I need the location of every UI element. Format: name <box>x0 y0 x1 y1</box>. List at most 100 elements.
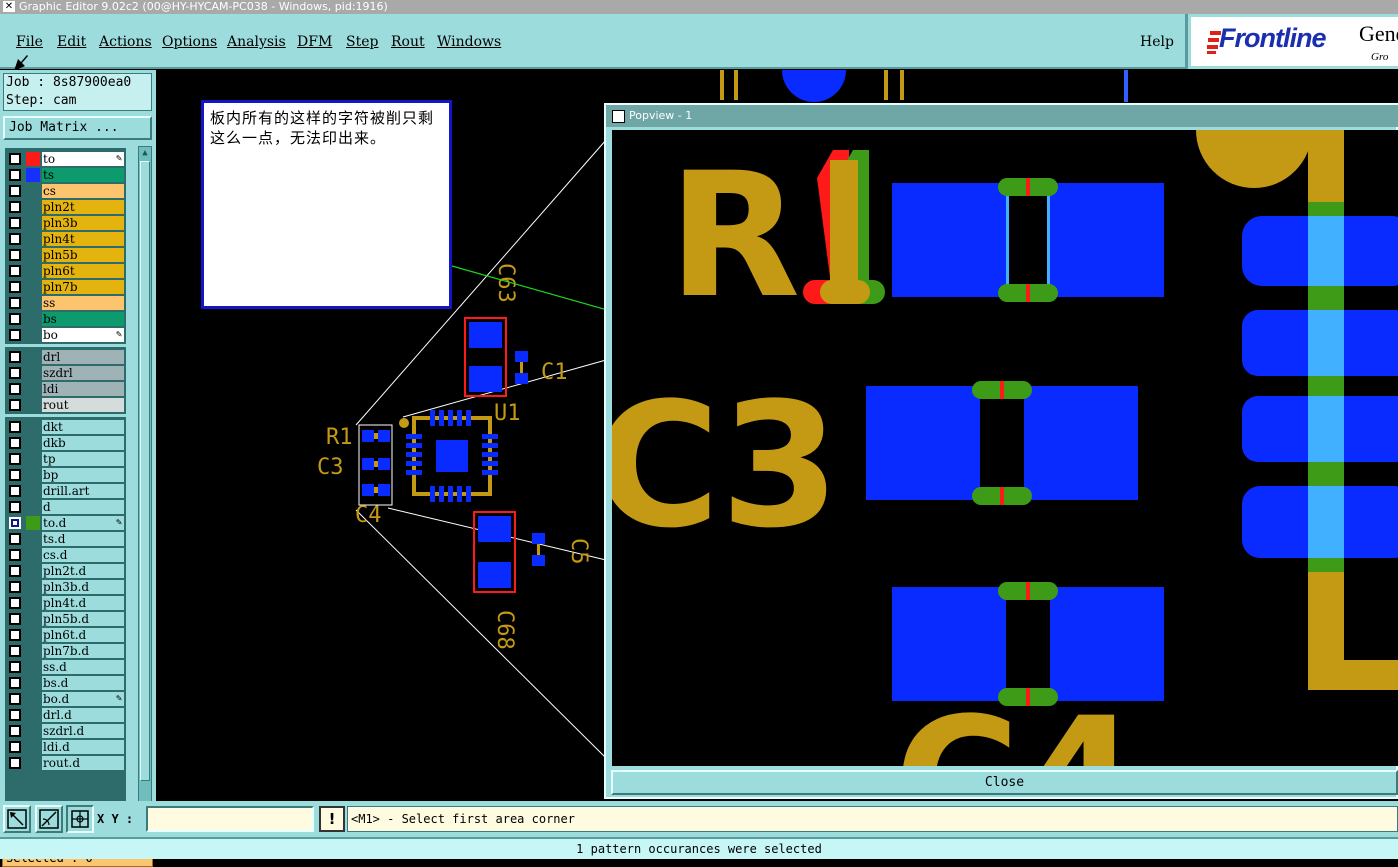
layer-color-swatch[interactable] <box>26 516 40 530</box>
layer-row-bo-d[interactable]: bo.d ✎ <box>7 691 126 707</box>
zoom-area-button[interactable] <box>3 805 31 833</box>
layer-row-bs[interactable]: bs <box>7 311 126 327</box>
layer-row-pln2t[interactable]: pln2t <box>7 199 126 215</box>
layer-row-pln4t[interactable]: pln4t <box>7 231 126 247</box>
layer-row-pln3b[interactable]: pln3b <box>7 215 126 231</box>
layer-checkbox[interactable] <box>9 709 21 721</box>
layer-row-pln3b-d[interactable]: pln3b.d <box>7 579 126 595</box>
layer-checkbox[interactable] <box>9 421 21 433</box>
layer-row-pln6t[interactable]: pln6t <box>7 263 126 279</box>
layer-row-ldi-d[interactable]: ldi.d <box>7 739 126 755</box>
layer-name[interactable]: pln7b.d <box>42 644 124 658</box>
layer-name[interactable]: pln4t <box>42 232 124 246</box>
layer-name[interactable]: ss <box>42 296 124 310</box>
layer-name[interactable]: tp <box>42 452 124 466</box>
layer-row-tp[interactable]: tp <box>7 451 126 467</box>
xy-input[interactable] <box>146 806 314 832</box>
layer-row-bs-d[interactable]: bs.d <box>7 675 126 691</box>
layer-checkbox[interactable] <box>9 501 21 513</box>
layer-row-drl[interactable]: drl <box>7 349 126 365</box>
layer-name[interactable]: d <box>42 500 124 514</box>
layer-name[interactable]: to <box>42 152 124 166</box>
layer-name[interactable]: pln5b <box>42 248 124 262</box>
layer-checkbox[interactable] <box>9 741 21 753</box>
layer-checkbox[interactable] <box>9 549 21 561</box>
layer-name[interactable]: dkb <box>42 436 124 450</box>
layer-name[interactable]: rout.d <box>42 756 124 770</box>
layer-color-swatch[interactable] <box>26 152 40 166</box>
layer-row-szdrl[interactable]: szdrl <box>7 365 126 381</box>
layer-checkbox[interactable] <box>9 399 21 411</box>
layer-name[interactable]: szdrl.d <box>42 724 124 738</box>
layer-name[interactable]: bp <box>42 468 124 482</box>
layer-row-pln4t-d[interactable]: pln4t.d <box>7 595 126 611</box>
layer-checkbox[interactable] <box>9 469 21 481</box>
layer-checkbox[interactable] <box>9 725 21 737</box>
layer-row-ldi[interactable]: ldi <box>7 381 126 397</box>
layer-row-pln7b-d[interactable]: pln7b.d <box>7 643 126 659</box>
menu-actions[interactable]: Actions <box>99 34 152 50</box>
layer-name[interactable]: szdrl <box>42 366 124 380</box>
layer-name[interactable]: drl.d <box>42 708 124 722</box>
layer-scrollbar[interactable]: ▲ ▼ <box>138 146 152 848</box>
layer-row-drl-d[interactable]: drl.d <box>7 707 126 723</box>
layer-name[interactable]: pln3b <box>42 216 124 230</box>
job-matrix-button[interactable]: Job Matrix ... <box>3 116 152 140</box>
layer-name[interactable]: rout <box>42 398 124 412</box>
layer-checkbox[interactable] <box>9 485 21 497</box>
layer-name[interactable]: ldi <box>42 382 124 396</box>
layer-name[interactable]: bs <box>42 312 124 326</box>
menu-analysis[interactable]: Analysis <box>227 34 286 50</box>
layer-name[interactable]: bs.d <box>42 676 124 690</box>
menu-options[interactable]: Options <box>162 34 217 50</box>
layer-checkbox[interactable] <box>9 613 21 625</box>
layer-name[interactable]: pln2t <box>42 200 124 214</box>
layer-name[interactable]: pln4t.d <box>42 596 124 610</box>
layer-checkbox[interactable] <box>9 645 21 657</box>
layer-checkbox[interactable] <box>9 661 21 673</box>
layer-checkbox[interactable] <box>9 581 21 593</box>
layer-checkbox[interactable] <box>9 533 21 545</box>
layer-row-szdrl-d[interactable]: szdrl.d <box>7 723 126 739</box>
popview-close-button[interactable]: Close <box>611 770 1398 795</box>
layer-checkbox[interactable] <box>9 629 21 641</box>
layer-row-pln6t-d[interactable]: pln6t.d <box>7 627 126 643</box>
layer-name[interactable]: ss.d <box>42 660 124 674</box>
layer-checkbox[interactable] <box>9 281 21 293</box>
layer-row-rout-d[interactable]: rout.d <box>7 755 126 771</box>
layer-checkbox[interactable] <box>9 757 21 769</box>
layer-row-to-d[interactable]: to.d ✎ <box>7 515 126 531</box>
layer-checkbox[interactable] <box>9 437 21 449</box>
layer-checkbox[interactable] <box>9 249 21 261</box>
layer-checkbox[interactable] <box>9 233 21 245</box>
layer-checkbox[interactable] <box>9 677 21 689</box>
grid-snap-button[interactable] <box>66 805 94 833</box>
layer-row-rout[interactable]: rout <box>7 397 126 413</box>
layer-checkbox[interactable] <box>9 265 21 277</box>
layer-checkbox[interactable] <box>9 565 21 577</box>
layer-name[interactable]: pln5b.d <box>42 612 124 626</box>
layer-row-ts[interactable]: ts <box>7 167 126 183</box>
layer-row-ts-d[interactable]: ts.d <box>7 531 126 547</box>
layer-checkbox[interactable] <box>9 693 21 705</box>
menu-rout[interactable]: Rout <box>391 34 425 50</box>
layer-name[interactable]: dkt <box>42 420 124 434</box>
measure-button[interactable] <box>35 805 63 833</box>
layer-row-bo[interactable]: bo ✎ <box>7 327 126 343</box>
layer-checkbox[interactable] <box>9 169 21 181</box>
layer-row-to[interactable]: to ✎ <box>7 151 126 167</box>
layer-name[interactable]: pln2t.d <box>42 564 124 578</box>
layer-name[interactable]: cs.d <box>42 548 124 562</box>
layer-row-pln5b[interactable]: pln5b <box>7 247 126 263</box>
layer-name[interactable]: pln6t <box>42 264 124 278</box>
layer-name[interactable]: ldi.d <box>42 740 124 754</box>
layer-row-dkb[interactable]: dkb <box>7 435 126 451</box>
layer-checkbox[interactable] <box>9 383 21 395</box>
popview-canvas[interactable]: R1 C3 C4 <box>612 130 1398 766</box>
layer-checkbox[interactable] <box>9 201 21 213</box>
menu-file[interactable]: File <box>16 34 43 50</box>
layer-name[interactable]: bo.d <box>42 692 124 706</box>
layer-name[interactable]: ts <box>42 168 124 182</box>
layer-checkbox[interactable] <box>9 453 21 465</box>
menu-step[interactable]: Step <box>346 34 378 50</box>
